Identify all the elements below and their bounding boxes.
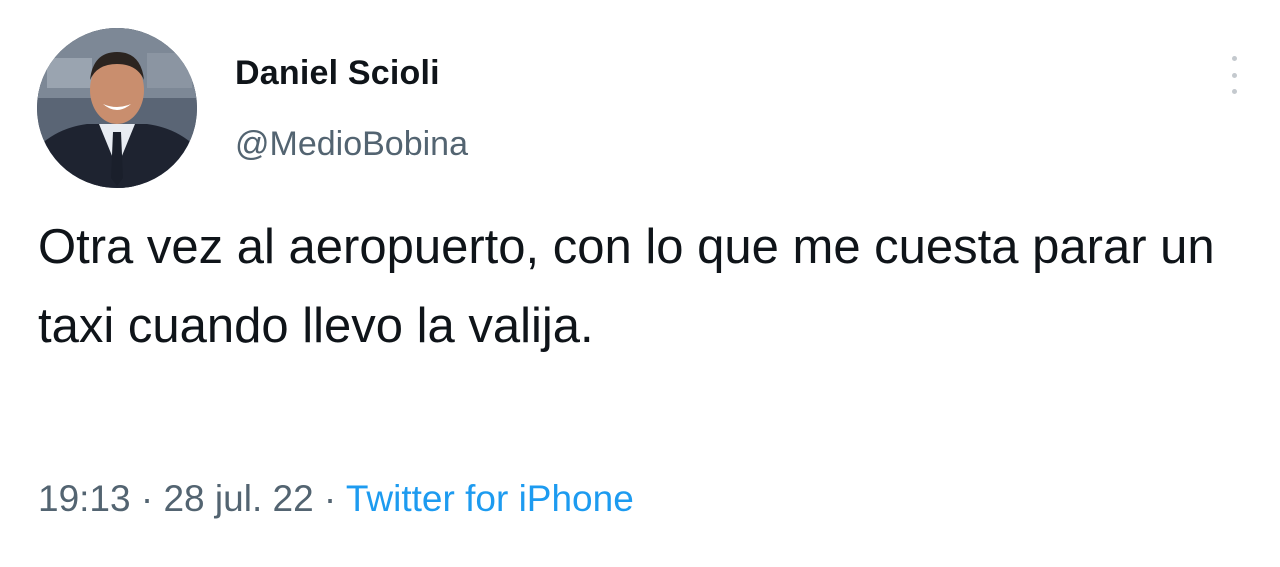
user-handle[interactable]: @MedioBobina — [235, 125, 468, 164]
tweet-date[interactable]: 28 jul. 22 — [163, 478, 313, 519]
more-dot — [1231, 56, 1237, 61]
more-dot — [1231, 72, 1237, 78]
meta-separator: · — [313, 478, 346, 519]
tweet-time[interactable]: 19:13 — [38, 478, 131, 519]
meta-separator: · — [130, 478, 164, 519]
tweet-text: Otra vez al aeropuerto, con lo que me cu… — [38, 220, 1215, 353]
display-name[interactable]: Daniel Scioli — [235, 54, 440, 93]
tweet-source-link[interactable]: Twitter for iPhone — [346, 478, 634, 519]
more-dot — [1231, 89, 1237, 94]
avatar[interactable] — [37, 28, 197, 188]
more-vertical-icon[interactable] — [1222, 52, 1246, 98]
tweet-meta: 19:13 · 28 jul. 22 · Twitter for iPhone — [38, 478, 634, 520]
avatar-image — [37, 28, 197, 188]
tweet-card: Daniel Scioli @MedioBobina Otra vez al a… — [0, 0, 1280, 567]
